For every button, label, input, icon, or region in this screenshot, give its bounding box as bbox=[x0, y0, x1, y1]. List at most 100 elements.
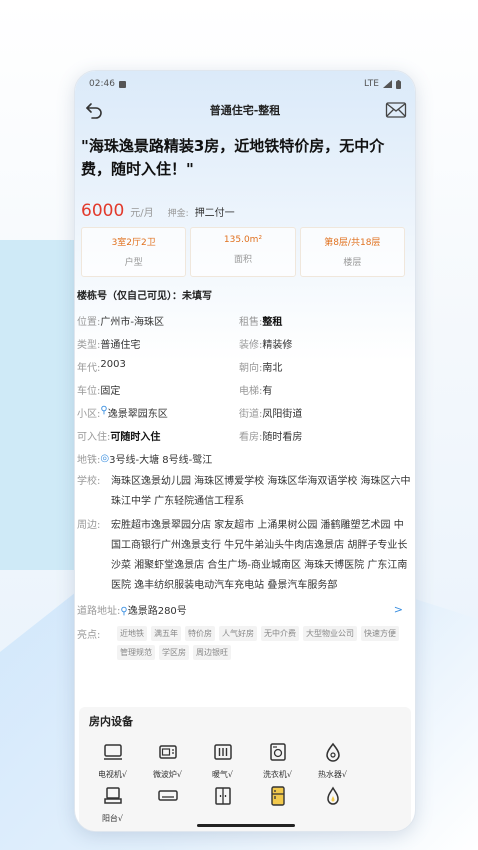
listing-headline: "海珠逸景路精装3房，近地铁特价房，无中介费，随时入住！" bbox=[81, 137, 385, 178]
detail-value: 2003 bbox=[100, 359, 126, 370]
stat-label: 户型 bbox=[124, 258, 143, 268]
status-time: 02:46 bbox=[89, 79, 115, 89]
phone-frame: 02:46 LTE 普通住宅-整租 "海珠逸景路精装3房，近地铁特价房，无中介费… bbox=[74, 70, 416, 832]
property-details: 楼栋号（仅自己可见）：未填写 位置: 广州市-海珠区 租售: 整租 类型: 普通住宅 … bbox=[77, 287, 411, 660]
network-label: LTE bbox=[364, 79, 379, 89]
notification-icon bbox=[118, 80, 126, 88]
detail-label: 亮点: bbox=[77, 630, 101, 641]
detail-label: 类型: bbox=[77, 340, 101, 351]
highlight-tag: 近地铁 bbox=[117, 626, 147, 641]
metro-value: 3号线-大塘 8号线-鹭江 bbox=[109, 455, 213, 466]
bed-icon bbox=[157, 829, 179, 832]
facility-ac bbox=[140, 785, 195, 829]
detail-value: 凤阳街道 bbox=[262, 409, 303, 420]
facility-microwave: 微波炉√ bbox=[140, 741, 195, 785]
detail-label: 道路地址: bbox=[77, 605, 121, 617]
location-pin-icon: ⚲ bbox=[100, 405, 108, 416]
detail-label: 周边: bbox=[77, 520, 101, 531]
detail-value: 普通住宅 bbox=[100, 340, 141, 351]
chevron-right-icon[interactable]: > bbox=[394, 603, 403, 616]
detail-value: 可随时入住 bbox=[110, 432, 161, 443]
price-row: 6000 元/月 押金: 押二付一 bbox=[81, 201, 235, 221]
detail-value: 广州市-海珠区 bbox=[100, 317, 164, 328]
detail-label: 可入住: bbox=[77, 432, 111, 443]
detail-row: 类型: 普通住宅 装修: 精装修 bbox=[77, 332, 411, 355]
facilities-panel: 房内设备 电视机√ 微波炉√ 暖气√ 洗衣机√ 热水器√ 阳台√ bbox=[79, 707, 411, 832]
facility-label: 电视机√ bbox=[97, 770, 128, 779]
facility-label: 暖气√ bbox=[211, 770, 234, 779]
facility-water-heater: 热水器√ bbox=[305, 741, 360, 785]
rent-price: 6000 bbox=[81, 201, 125, 221]
nearby-row: 周边: 宏胜超市逸景翠园分店 家友超市 上涌果树公园 潘鹤雕塑艺术园 中国工商银… bbox=[77, 512, 411, 596]
detail-label: 电梯: bbox=[239, 386, 263, 397]
page-title: 普通住宅-整租 bbox=[209, 104, 281, 117]
detail-value: 有 bbox=[262, 386, 273, 397]
detail-value: 南北 bbox=[262, 363, 283, 374]
road-value: 逸景路280号 bbox=[127, 605, 187, 617]
washing-machine-icon bbox=[269, 743, 286, 761]
facility-wifi bbox=[85, 829, 140, 832]
detail-label: 年代: bbox=[77, 363, 101, 374]
detail-label: 位置: bbox=[77, 317, 101, 328]
back-icon[interactable] bbox=[83, 99, 105, 121]
highlight-tag: 特价房 bbox=[185, 626, 215, 641]
facility-gas bbox=[305, 785, 360, 829]
building-number: 楼栋号（仅自己可见）：未填写 bbox=[77, 291, 212, 302]
detail-row: 位置: 广州市-海珠区 租售: 整租 bbox=[77, 309, 411, 332]
key-stats: 3室2厅2卫 户型 135.0m² 面积 第8层/共18层 楼层 bbox=[81, 227, 405, 277]
detail-row: 可入住: 可随时入住 看房: 随时看房 bbox=[77, 424, 411, 447]
detail-label: 地铁: bbox=[77, 455, 101, 466]
facility-fridge bbox=[250, 785, 305, 829]
detail-row: 车位: 固定 电梯: 有 bbox=[77, 378, 411, 401]
community-link[interactable]: 逸景翠园东区 bbox=[108, 405, 168, 420]
stat-area: 135.0m² 面积 bbox=[190, 227, 296, 277]
facilities-grid: 电视机√ 微波炉√ 暖气√ 洗衣机√ 热水器√ 阳台√ bbox=[85, 741, 405, 832]
highlight-tags: 近地铁 满五年 特价房 人气好房 无中介费 大型物业公司 快速方便 管理规范 学… bbox=[117, 626, 411, 660]
metro-icon: ◎ bbox=[100, 453, 110, 464]
microwave-icon bbox=[158, 745, 177, 759]
detail-value: 随时看房 bbox=[262, 432, 303, 443]
detail-value: 固定 bbox=[100, 386, 121, 397]
school-row: 学校: 海珠区逸景幼儿园 海珠区博爱学校 海珠区华海双语学校 海珠区六中珠江中学… bbox=[77, 470, 411, 512]
highlights-row: 亮点: 近地铁 满五年 特价房 人气好房 无中介费 大型物业公司 快速方便 管理… bbox=[77, 622, 411, 660]
detail-label: 看房: bbox=[239, 432, 263, 443]
highlight-tag: 快速方便 bbox=[361, 626, 399, 641]
highlight-tag: 无中介费 bbox=[261, 626, 299, 641]
stat-label: 面积 bbox=[233, 255, 252, 265]
gas-flame-icon bbox=[326, 786, 339, 805]
radiator-icon bbox=[213, 744, 232, 760]
detail-row: 年代: 2003 朝向: 南北 bbox=[77, 355, 411, 378]
balcony-icon bbox=[103, 787, 122, 804]
nearby-value: 宏胜超市逸景翠园分店 家友超市 上涌果树公园 潘鹤雕塑艺术园 中国工商银行广州逸… bbox=[111, 520, 408, 591]
wardrobe-icon bbox=[214, 787, 231, 805]
detail-row: 小区: ⚲ 逸景翠园东区 街道: 凤阳街道 bbox=[77, 401, 411, 424]
highlight-tag: 周边银旺 bbox=[193, 645, 231, 660]
home-indicator[interactable] bbox=[197, 824, 295, 827]
status-bar: 02:46 LTE bbox=[89, 77, 401, 91]
highlight-tag: 学区房 bbox=[159, 645, 189, 660]
deposit-label: 押金: bbox=[167, 209, 189, 219]
stat-value: 135.0m² bbox=[223, 235, 263, 245]
road-address-row[interactable]: 道路地址:⚲逸景路280号 > bbox=[77, 596, 411, 622]
detail-label: 街道: bbox=[239, 409, 263, 420]
detail-label: 学校: bbox=[77, 476, 101, 487]
detail-label: 装修: bbox=[239, 340, 263, 351]
fridge-icon bbox=[270, 786, 285, 806]
facility-tv: 电视机√ bbox=[85, 741, 140, 785]
highlight-tag: 管理规范 bbox=[117, 645, 155, 660]
metro-row: 地铁: ◎ 3号线-大塘 8号线-鹭江 bbox=[77, 447, 411, 470]
signal-icon bbox=[383, 80, 392, 88]
water-heater-icon bbox=[325, 742, 340, 762]
detail-label: 车位: bbox=[77, 386, 101, 397]
deposit-value: 押二付一 bbox=[194, 208, 235, 219]
highlight-tag: 大型物业公司 bbox=[303, 626, 357, 641]
mail-icon[interactable] bbox=[385, 100, 407, 120]
stat-value: 3室2厅2卫 bbox=[111, 238, 156, 248]
wifi-icon bbox=[102, 829, 124, 832]
battery-icon bbox=[396, 79, 401, 89]
facility-label: 热水器√ bbox=[317, 770, 348, 779]
facility-bed bbox=[140, 829, 195, 832]
facility-heating: 暖气√ bbox=[195, 741, 250, 785]
facility-label: 微波炉√ bbox=[152, 770, 183, 779]
detail-label: 小区: bbox=[77, 409, 101, 420]
